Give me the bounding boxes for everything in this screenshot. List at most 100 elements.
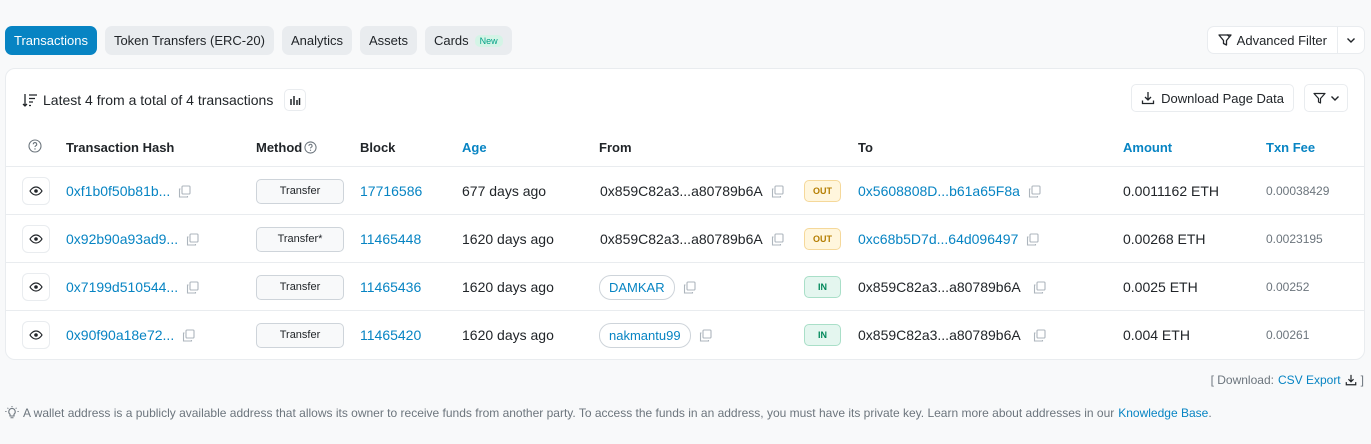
tab-label: Analytics: [290, 33, 343, 48]
view-details-button[interactable]: [22, 321, 50, 349]
copy-icon[interactable]: [1033, 280, 1046, 294]
copy-icon[interactable]: [1033, 328, 1046, 342]
col-txn-fee[interactable]: Txn Fee: [1266, 140, 1315, 155]
method-badge: Transfer: [256, 322, 344, 348]
copy-icon[interactable]: [186, 232, 199, 246]
footer-text: A wallet address is a publicly available…: [23, 406, 1115, 420]
col-age[interactable]: Age: [462, 140, 487, 155]
tab-assets[interactable]: Assets: [359, 26, 417, 55]
advanced-filter-group: Advanced Filter: [1206, 26, 1365, 54]
summary-text: Latest 4 from a total of 4 transactions: [43, 92, 274, 108]
top-band: [0, 0, 1371, 10]
download-page-data-button[interactable]: Download Page Data: [1131, 84, 1294, 112]
transaction-hash-link[interactable]: 0x92b90a93ad9...: [66, 231, 178, 247]
csv-export-link[interactable]: CSV Export: [1278, 373, 1341, 387]
age-value: 1620 days ago: [462, 231, 554, 247]
chevron-down-icon: [1330, 96, 1339, 101]
help-icon[interactable]: [304, 141, 317, 154]
tab-label: Cards: [433, 33, 469, 48]
advanced-filter-label: Advanced Filter: [1236, 32, 1327, 48]
col-transaction-hash: Transaction Hash: [66, 140, 175, 155]
transaction-hash-link[interactable]: 0xf1b0f50b81b...: [66, 183, 170, 199]
table-row: 0x90f90a18e72... Transfer 11465420 1620 …: [6, 311, 1364, 359]
csv-prefix: [ Download:: [1210, 373, 1274, 387]
copy-icon[interactable]: [699, 328, 712, 342]
amount-value: 0.004 ETH: [1123, 327, 1190, 343]
view-details-button[interactable]: [22, 225, 50, 253]
filter-icon: [1312, 92, 1326, 104]
direction-badge: OUT: [804, 180, 841, 202]
help-icon[interactable]: [28, 139, 42, 156]
new-badge: New: [474, 34, 503, 47]
col-amount[interactable]: Amount: [1123, 140, 1172, 155]
from-name-tag[interactable]: nakmantu99: [599, 322, 691, 348]
method-badge: Transfer*: [256, 226, 344, 252]
col-method-label: Method: [256, 140, 303, 155]
table-row: 0xf1b0f50b81b... Transfer 17716586 677 d…: [6, 167, 1364, 215]
col-to: To: [858, 140, 873, 155]
csv-suffix: ]: [1360, 373, 1364, 387]
advanced-filter-dropdown[interactable]: [1338, 27, 1364, 53]
lightbulb-icon: [5, 406, 19, 419]
copy-icon[interactable]: [771, 184, 784, 198]
block-link[interactable]: 17716586: [360, 167, 422, 215]
from-name-tag[interactable]: DAMKAR: [599, 274, 675, 300]
chart-button[interactable]: [284, 89, 307, 111]
amount-value: 0.0011162 ETH: [1123, 183, 1219, 199]
copy-icon[interactable]: [1028, 184, 1041, 198]
tab-label: Token Transfers (ERC-20): [113, 33, 265, 48]
tab-cards[interactable]: Cards New: [424, 26, 512, 55]
table-row: 0x92b90a93ad9... Transfer* 11465448 1620…: [6, 215, 1364, 263]
copy-icon[interactable]: [683, 280, 696, 294]
csv-export: [ Download: CSV Export ]: [1211, 373, 1364, 387]
to-address-link[interactable]: 0x5608808D...b61a65F8a: [858, 183, 1020, 199]
chevron-down-icon: [1347, 38, 1355, 43]
view-details-button[interactable]: [22, 177, 50, 205]
view-details-button[interactable]: [22, 273, 50, 301]
block-link[interactable]: 11465448: [360, 215, 421, 263]
copy-icon[interactable]: [182, 328, 195, 342]
transactions-summary: Latest 4 from a total of 4 transactions: [22, 89, 307, 111]
filter-icon: [1218, 34, 1232, 46]
method-badge: Transfer: [256, 178, 344, 204]
tab-label: Transactions: [14, 33, 88, 48]
footer-end: .: [1208, 406, 1212, 420]
table-header: Transaction Hash Method Block Age From T…: [6, 131, 1364, 167]
txn-fee-value: 0.00261: [1266, 328, 1310, 342]
amount-value: 0.0025 ETH: [1123, 279, 1198, 295]
to-address-link[interactable]: 0xc68b5D7d...64d096497: [858, 231, 1018, 247]
copy-icon[interactable]: [771, 232, 784, 246]
txn-fee-value: 0.0023195: [1266, 232, 1323, 246]
advanced-filter-button[interactable]: Advanced Filter: [1208, 27, 1338, 53]
knowledge-base-link[interactable]: Knowledge Base: [1118, 406, 1208, 420]
transaction-hash-link[interactable]: 0x7199d510544...: [66, 279, 178, 295]
to-address: 0x859C82a3...a80789b6A: [858, 279, 1021, 295]
tab-token-transfers[interactable]: Token Transfers (ERC-20): [104, 26, 274, 55]
col-block: Block: [360, 140, 396, 155]
to-address: 0x859C82a3...a80789b6A: [858, 327, 1021, 343]
txn-fee-value: 0.00038429: [1266, 184, 1330, 198]
table-row: 0x7199d510544... Transfer 11465436 1620 …: [6, 263, 1364, 311]
eye-icon: [29, 234, 43, 244]
direction-badge: IN: [804, 324, 841, 346]
txn-fee-value: 0.00252: [1266, 280, 1310, 294]
age-value: 1620 days ago: [462, 327, 554, 343]
transaction-hash-link[interactable]: 0x90f90a18e72...: [66, 327, 174, 343]
copy-icon[interactable]: [186, 280, 199, 294]
direction-badge: IN: [804, 276, 841, 298]
tab-label: Assets: [368, 33, 408, 48]
tab-transactions[interactable]: Transactions: [5, 26, 97, 55]
tab-analytics[interactable]: Analytics: [281, 26, 352, 55]
from-address: 0x859C82a3...a80789b6A: [600, 231, 763, 247]
copy-icon[interactable]: [178, 184, 191, 198]
table-filter-button[interactable]: [1304, 84, 1348, 112]
block-link[interactable]: 11465436: [360, 263, 421, 311]
eye-icon: [29, 330, 43, 340]
copy-icon[interactable]: [1026, 232, 1039, 246]
from-address: 0x859C82a3...a80789b6A: [600, 183, 763, 199]
direction-badge: OUT: [804, 228, 841, 250]
amount-value: 0.00268 ETH: [1123, 231, 1206, 247]
method-badge: Transfer: [256, 274, 344, 300]
download-label: Download Page Data: [1161, 90, 1284, 106]
block-link[interactable]: 11465420: [360, 311, 421, 359]
